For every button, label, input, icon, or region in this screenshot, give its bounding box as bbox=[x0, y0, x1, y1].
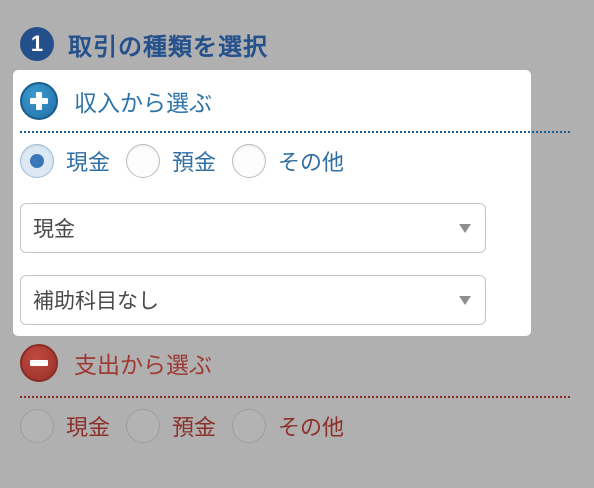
step-number-badge: 1 bbox=[20, 27, 54, 61]
radio-label: 現金 bbox=[66, 151, 111, 176]
minus-circle-icon bbox=[20, 344, 58, 382]
radio-button[interactable] bbox=[20, 144, 54, 178]
sub-account-select-value: 補助科目なし bbox=[33, 289, 159, 313]
account-select-value: 現金 bbox=[33, 217, 75, 241]
income-section-label: 収入から選ぶ bbox=[74, 91, 212, 117]
income-divider bbox=[20, 131, 570, 133]
radio-label: 預金 bbox=[172, 151, 217, 176]
radio-button[interactable] bbox=[232, 144, 267, 178]
income-section-toggle[interactable]: 収入から選ぶ bbox=[20, 82, 212, 120]
account-select[interactable]: 現金 bbox=[20, 203, 486, 253]
step-title: 取引の種類を選択 bbox=[68, 32, 268, 61]
radio-button[interactable] bbox=[126, 144, 161, 178]
dropdown-arrow-icon bbox=[459, 296, 471, 305]
income-radio-cash[interactable]: 現金 bbox=[20, 144, 110, 178]
expense-divider bbox=[20, 396, 570, 398]
plus-circle-icon bbox=[20, 82, 58, 120]
income-radio-deposit[interactable]: 預金 bbox=[126, 144, 216, 178]
radio-label: 現金 bbox=[66, 416, 111, 441]
sub-account-select[interactable]: 補助科目なし bbox=[20, 275, 486, 325]
radio-label: 預金 bbox=[172, 416, 217, 441]
radio-selected-dot bbox=[30, 154, 44, 168]
expense-radio-other[interactable]: その他 bbox=[232, 409, 344, 443]
step-header: 1 取引の種類を選択 bbox=[20, 26, 268, 62]
radio-label: その他 bbox=[278, 151, 345, 176]
radio-button[interactable] bbox=[126, 409, 161, 443]
expense-section-toggle[interactable]: 支出から選ぶ bbox=[20, 344, 212, 382]
income-radio-group: 現金 預金 その他 bbox=[20, 144, 360, 178]
expense-radio-group: 現金 預金 その他 bbox=[20, 409, 360, 443]
expense-radio-cash[interactable]: 現金 bbox=[20, 409, 110, 443]
radio-label: その他 bbox=[278, 416, 345, 441]
radio-button[interactable] bbox=[20, 409, 54, 443]
radio-button[interactable] bbox=[232, 409, 267, 443]
expense-section-label: 支出から選ぶ bbox=[74, 353, 212, 379]
income-radio-other[interactable]: その他 bbox=[232, 144, 344, 178]
expense-radio-deposit[interactable]: 預金 bbox=[126, 409, 216, 443]
dropdown-arrow-icon bbox=[459, 224, 471, 233]
